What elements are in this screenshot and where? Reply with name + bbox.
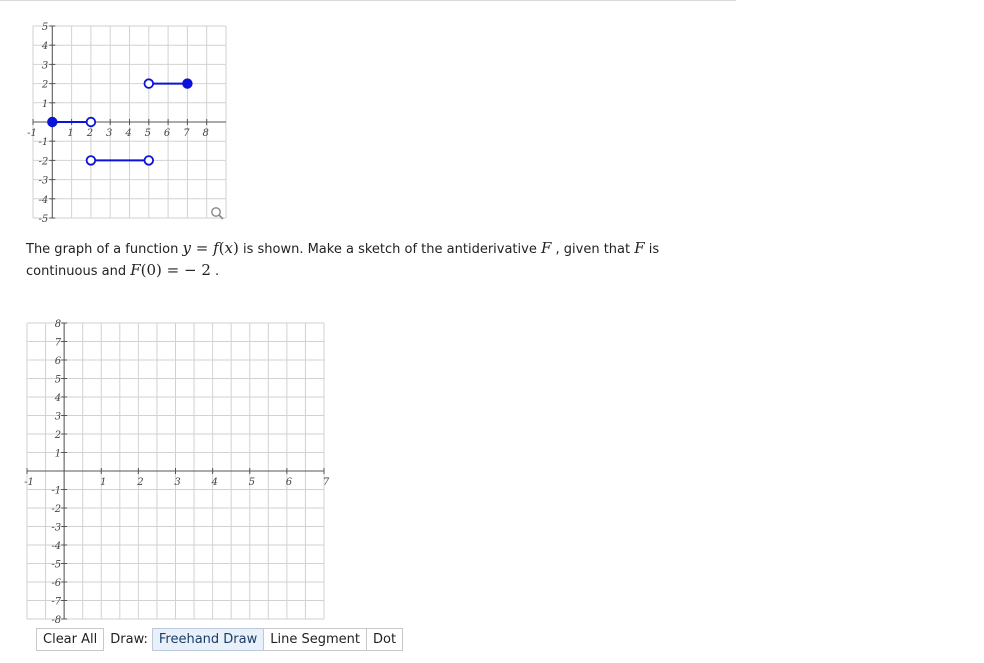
math-F-2: F xyxy=(634,239,645,257)
y-tick-label: -6 xyxy=(51,578,61,589)
y-tick-label: 5 xyxy=(55,375,61,386)
line-segment-button[interactable]: Line Segment xyxy=(264,628,367,651)
x-tick-label: 1 xyxy=(100,477,106,488)
math-F-1: F xyxy=(540,239,552,257)
x-tick-label: 6 xyxy=(286,477,293,488)
y-tick-label: 8 xyxy=(55,319,61,330)
draw-mode-group: Freehand Draw Line Segment Dot xyxy=(151,628,404,651)
dot-button[interactable]: Dot xyxy=(366,628,404,651)
y-tick-label: -7 xyxy=(51,597,61,608)
y-tick-label: -2 xyxy=(51,504,61,515)
x-tick-label: 7 xyxy=(323,477,330,488)
prompt-text-3: , given that xyxy=(551,242,635,257)
y-tick-label: 4 xyxy=(54,393,61,404)
draw-label: Draw: xyxy=(110,632,148,647)
y-tick-label: 7 xyxy=(55,338,62,349)
y-tick-label: -8 xyxy=(51,615,61,626)
y-tick-label: -5 xyxy=(51,560,61,571)
x-tick-label: -1 xyxy=(24,477,34,488)
y-tick-label: 6 xyxy=(55,356,62,367)
y-tick-label: -1 xyxy=(51,486,61,497)
y-tick-label: 1 xyxy=(55,449,61,460)
y-tick-label: 3 xyxy=(55,412,61,423)
clear-all-button[interactable]: Clear All xyxy=(36,628,105,651)
y-tick-label: -3 xyxy=(51,523,61,534)
y-tick-label: 2 xyxy=(54,430,61,441)
x-tick-label: 4 xyxy=(210,477,217,488)
freehand-draw-button[interactable]: Freehand Draw xyxy=(151,628,265,651)
x-tick-label: 3 xyxy=(174,477,180,488)
drawing-canvas[interactable]: -1 1 2 3 4 5 6 7 8 7 6 5 4 3 2 1 -1 -2 -3 -4 -5 -6 -7 -8 xyxy=(0,0,340,626)
x-tick-label: 5 xyxy=(249,477,255,488)
draw-toolbar: Clear All Draw: Freehand Draw Line Segme… xyxy=(36,628,404,651)
x-tick-label: 2 xyxy=(136,477,143,488)
y-tick-label: -4 xyxy=(51,541,61,552)
